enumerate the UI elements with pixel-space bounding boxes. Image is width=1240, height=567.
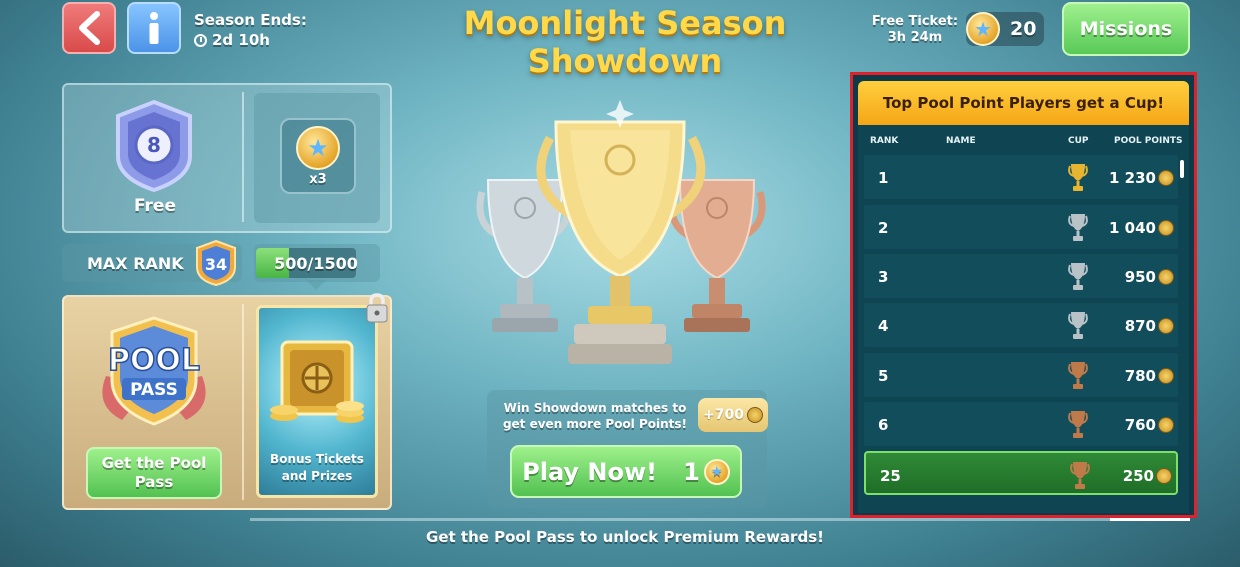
panel-divider (242, 304, 244, 500)
play-now-label: Play Now! (522, 457, 658, 486)
pool-point-icon (1158, 220, 1174, 236)
free-ticket-timer: Free Ticket: 3h 24m (870, 14, 960, 46)
leaderboard-header: Top Pool Point Players get a Cup! (858, 81, 1189, 125)
pool-point-icon (1158, 417, 1174, 433)
rank-shield-icon: 34 (196, 240, 236, 286)
leaderboard-row-self[interactable]: 25 250 (864, 451, 1178, 495)
row-points: 1 040 (1109, 219, 1156, 237)
bronze-cup-icon (1070, 461, 1090, 491)
row-points: 1 230 (1109, 169, 1156, 187)
pool-point-icon (1158, 269, 1174, 285)
title-line-1: Moonlight Season (463, 4, 787, 42)
season-ends: Season Ends: 2d 10h (194, 10, 307, 50)
lock-icon (366, 293, 388, 323)
footer-note: Get the Pool Pass to unlock Premium Rewa… (426, 528, 824, 546)
play-cost-value: 1 (683, 457, 700, 486)
ticket-count: 20 (1010, 18, 1037, 40)
silver-cup-icon (1068, 311, 1088, 341)
clock-icon (194, 33, 207, 47)
bonus-prizes-label: Bonus Tickets and Prizes (270, 452, 364, 483)
scroll-indicator (1110, 518, 1190, 521)
play-cost: 1 ★ (683, 458, 730, 486)
row-rank: 6 (878, 416, 889, 434)
pool-pass-logo-line-1: POOL (108, 343, 200, 378)
leaderboard-columns: RANK NAME CUP POOL POINTS (858, 133, 1189, 149)
gold-cup-icon (1068, 163, 1088, 193)
badge-number: 8 (147, 133, 161, 157)
star-coin-icon: ★ (703, 458, 730, 485)
silver-cup-icon (1068, 213, 1088, 243)
progress-pointer (306, 280, 326, 290)
col-name: NAME (946, 136, 976, 146)
row-rank: 2 (878, 219, 889, 237)
row-points: 760 (1124, 416, 1156, 434)
col-cup: CUP (1068, 136, 1089, 146)
play-now-button[interactable]: Play Now! 1 ★ (510, 445, 742, 498)
star-coin-icon: ★ (296, 125, 340, 170)
leaderboard-row[interactable]: 6 760 (864, 402, 1178, 446)
pool-pass-logo-line-2: PASS (130, 380, 178, 400)
ticket-counter[interactable]: ★ 20 (966, 12, 1044, 46)
gold-cup-icon (536, 120, 706, 364)
pool-point-icon (1156, 468, 1172, 484)
title-line-2: Showdown (527, 42, 723, 80)
star-coin-icon: ★ (966, 12, 1000, 46)
col-points: POOL POINTS (1114, 136, 1183, 146)
leaderboard-row[interactable]: 4 870 (864, 303, 1178, 347)
row-rank: 4 (878, 317, 889, 335)
progress-text: 500/1500 (274, 253, 358, 273)
row-points: 250 (1122, 467, 1154, 485)
pool-point-icon (1158, 170, 1174, 186)
missions-button[interactable]: Missions (1062, 2, 1190, 56)
free-ticket-label: Free Ticket: (871, 14, 959, 29)
safe-icon (270, 340, 364, 423)
trophies-illustration (476, 100, 766, 364)
free-ticket-time: 3h 24m (887, 30, 943, 45)
bronze-cup-icon (1068, 410, 1088, 440)
pool-pass-logo: POOL PASS (102, 316, 206, 426)
season-ends-value: 2d 10h (212, 31, 270, 49)
chevron-left-icon (79, 11, 100, 45)
bonus-points-badge: +700 (698, 398, 768, 432)
leaderboard-row[interactable]: 5 780 (864, 353, 1178, 397)
row-points: 950 (1124, 268, 1156, 286)
reward-multiplier: x3 (309, 171, 327, 187)
rank-8-badge-icon[interactable]: 8 (114, 100, 194, 192)
silver-cup-icon (1068, 262, 1088, 292)
bronze-cup-icon (1068, 361, 1088, 391)
leaderboard-row[interactable]: 1 1 230 (864, 155, 1178, 199)
panel-divider (242, 92, 244, 222)
max-rank-value: 34 (205, 255, 227, 274)
page-title: Moonlight Season Showdown (420, 4, 830, 80)
leaderboard-scrollbar[interactable] (1180, 160, 1184, 178)
col-rank: RANK (870, 136, 899, 146)
row-rank: 5 (878, 367, 889, 385)
pool-point-icon (1158, 318, 1174, 334)
leaderboard-row[interactable]: 2 1 040 (864, 205, 1178, 249)
row-points: 780 (1124, 367, 1156, 385)
row-rank: 1 (878, 169, 889, 187)
get-pool-pass-button[interactable]: Get the Pool Pass (86, 447, 222, 499)
free-label: Free (134, 196, 176, 216)
bonus-points-value: +700 (703, 407, 744, 423)
scroll-indicator (250, 518, 1110, 521)
back-button[interactable] (62, 2, 116, 54)
row-rank: 25 (880, 467, 901, 485)
row-rank: 3 (878, 268, 889, 286)
pool-point-icon (746, 407, 763, 423)
ticket-reward[interactable]: ★ x3 (280, 118, 356, 194)
season-ends-label: Season Ends: (194, 11, 307, 29)
win-info-text: Win Showdown matches to get even more Po… (502, 401, 688, 431)
row-points: 870 (1124, 317, 1156, 335)
info-icon (149, 12, 159, 44)
info-button[interactable] (127, 2, 181, 54)
leaderboard-row[interactable]: 3 950 (864, 254, 1178, 298)
pool-point-icon (1158, 368, 1174, 384)
